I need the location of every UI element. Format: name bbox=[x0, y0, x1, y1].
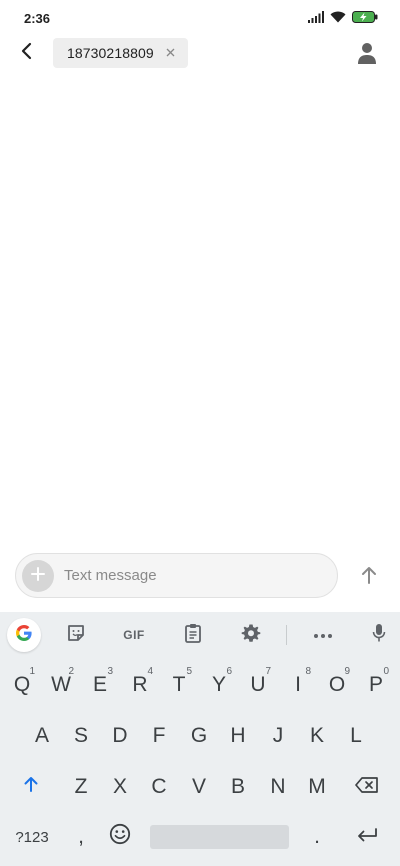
period-key[interactable]: . bbox=[299, 818, 335, 856]
key-r[interactable]: 4R bbox=[122, 666, 158, 704]
google-g-icon bbox=[14, 623, 34, 648]
key-w[interactable]: 2W bbox=[43, 666, 79, 704]
key-i[interactable]: 8I bbox=[280, 666, 316, 704]
key-m[interactable]: M bbox=[299, 768, 335, 806]
key-hint: 0 bbox=[383, 666, 389, 677]
enter-key[interactable] bbox=[349, 818, 385, 856]
recipient-chip[interactable]: 18730218809 bbox=[53, 38, 188, 68]
key-hint: 6 bbox=[226, 666, 232, 677]
key-b[interactable]: B bbox=[220, 768, 256, 806]
key-hint: 1 bbox=[29, 666, 35, 677]
conversation-header: 18730218809 bbox=[0, 36, 400, 70]
arrow-up-icon bbox=[360, 565, 378, 590]
attach-button[interactable] bbox=[22, 560, 54, 592]
key-p[interactable]: 0P bbox=[358, 666, 394, 704]
space-key[interactable] bbox=[150, 825, 289, 849]
key-e[interactable]: 3E bbox=[82, 666, 118, 704]
key-hint: 9 bbox=[344, 666, 350, 677]
key-u[interactable]: 7U bbox=[240, 666, 276, 704]
smiley-icon bbox=[109, 823, 131, 851]
more-horizontal-icon bbox=[313, 626, 333, 644]
sticker-button[interactable] bbox=[63, 622, 89, 648]
status-bar: 2:36 bbox=[0, 0, 400, 36]
key-y[interactable]: 6Y bbox=[201, 666, 237, 704]
clipboard-icon bbox=[184, 623, 202, 648]
wifi-icon bbox=[330, 10, 346, 28]
gif-button[interactable]: GIF bbox=[118, 622, 150, 648]
key-s[interactable]: S bbox=[63, 717, 99, 755]
key-f[interactable]: F bbox=[141, 717, 177, 755]
compose-bar bbox=[15, 553, 338, 598]
contact-button[interactable] bbox=[356, 41, 378, 65]
shift-arrow-icon bbox=[23, 775, 39, 799]
key-hint: 2 bbox=[68, 666, 74, 677]
key-hint: 3 bbox=[107, 666, 113, 677]
key-v[interactable]: V bbox=[181, 768, 217, 806]
enter-arrow-icon bbox=[356, 825, 378, 849]
key-h[interactable]: H bbox=[220, 717, 256, 755]
emoji-key[interactable] bbox=[102, 818, 138, 856]
key-hint: 5 bbox=[186, 666, 192, 677]
key-a[interactable]: A bbox=[24, 717, 60, 755]
key-z[interactable]: Z bbox=[63, 768, 99, 806]
status-icons bbox=[308, 10, 378, 28]
key-hint: 4 bbox=[147, 666, 153, 677]
key-d[interactable]: D bbox=[102, 717, 138, 755]
key-hint: 8 bbox=[305, 666, 311, 677]
key-g[interactable]: G bbox=[181, 717, 217, 755]
key-t[interactable]: 5T bbox=[161, 666, 197, 704]
comma-key[interactable]: , bbox=[63, 818, 99, 856]
key-k[interactable]: K bbox=[299, 717, 335, 755]
message-list bbox=[0, 72, 400, 548]
gif-label: GIF bbox=[123, 628, 145, 642]
google-search-button[interactable] bbox=[7, 618, 41, 652]
message-input[interactable] bbox=[64, 554, 324, 597]
recipient-number: 18730218809 bbox=[67, 45, 154, 61]
remove-recipient-button[interactable] bbox=[164, 46, 176, 58]
battery-icon bbox=[352, 10, 378, 28]
symbols-key[interactable]: ?123 bbox=[10, 818, 54, 856]
keyboard-toolbar: GIF bbox=[0, 612, 400, 658]
plus-icon bbox=[30, 566, 46, 587]
key-l[interactable]: L bbox=[338, 717, 374, 755]
key-hint: 7 bbox=[265, 666, 271, 677]
key-j[interactable]: J bbox=[260, 717, 296, 755]
gear-icon bbox=[241, 623, 261, 648]
back-button[interactable] bbox=[14, 40, 40, 66]
settings-button[interactable] bbox=[238, 622, 264, 648]
key-c[interactable]: C bbox=[141, 768, 177, 806]
toolbar-divider bbox=[286, 625, 287, 645]
status-time: 2:36 bbox=[24, 11, 51, 26]
backspace-icon bbox=[355, 775, 379, 799]
key-q[interactable]: 1Q bbox=[4, 666, 40, 704]
shift-key[interactable] bbox=[13, 768, 49, 806]
backspace-key[interactable] bbox=[349, 768, 385, 806]
key-n[interactable]: N bbox=[260, 768, 296, 806]
person-icon bbox=[356, 43, 378, 69]
close-icon bbox=[166, 48, 174, 56]
sticker-icon bbox=[66, 623, 86, 648]
more-options-button[interactable] bbox=[310, 622, 336, 648]
send-button[interactable] bbox=[356, 564, 382, 590]
microphone-icon bbox=[372, 623, 386, 648]
signal-icon bbox=[308, 10, 324, 28]
back-arrow-icon bbox=[20, 42, 34, 65]
clipboard-button[interactable] bbox=[180, 622, 206, 648]
key-o[interactable]: 9O bbox=[319, 666, 355, 704]
key-x[interactable]: X bbox=[102, 768, 138, 806]
voice-input-button[interactable] bbox=[366, 622, 392, 648]
